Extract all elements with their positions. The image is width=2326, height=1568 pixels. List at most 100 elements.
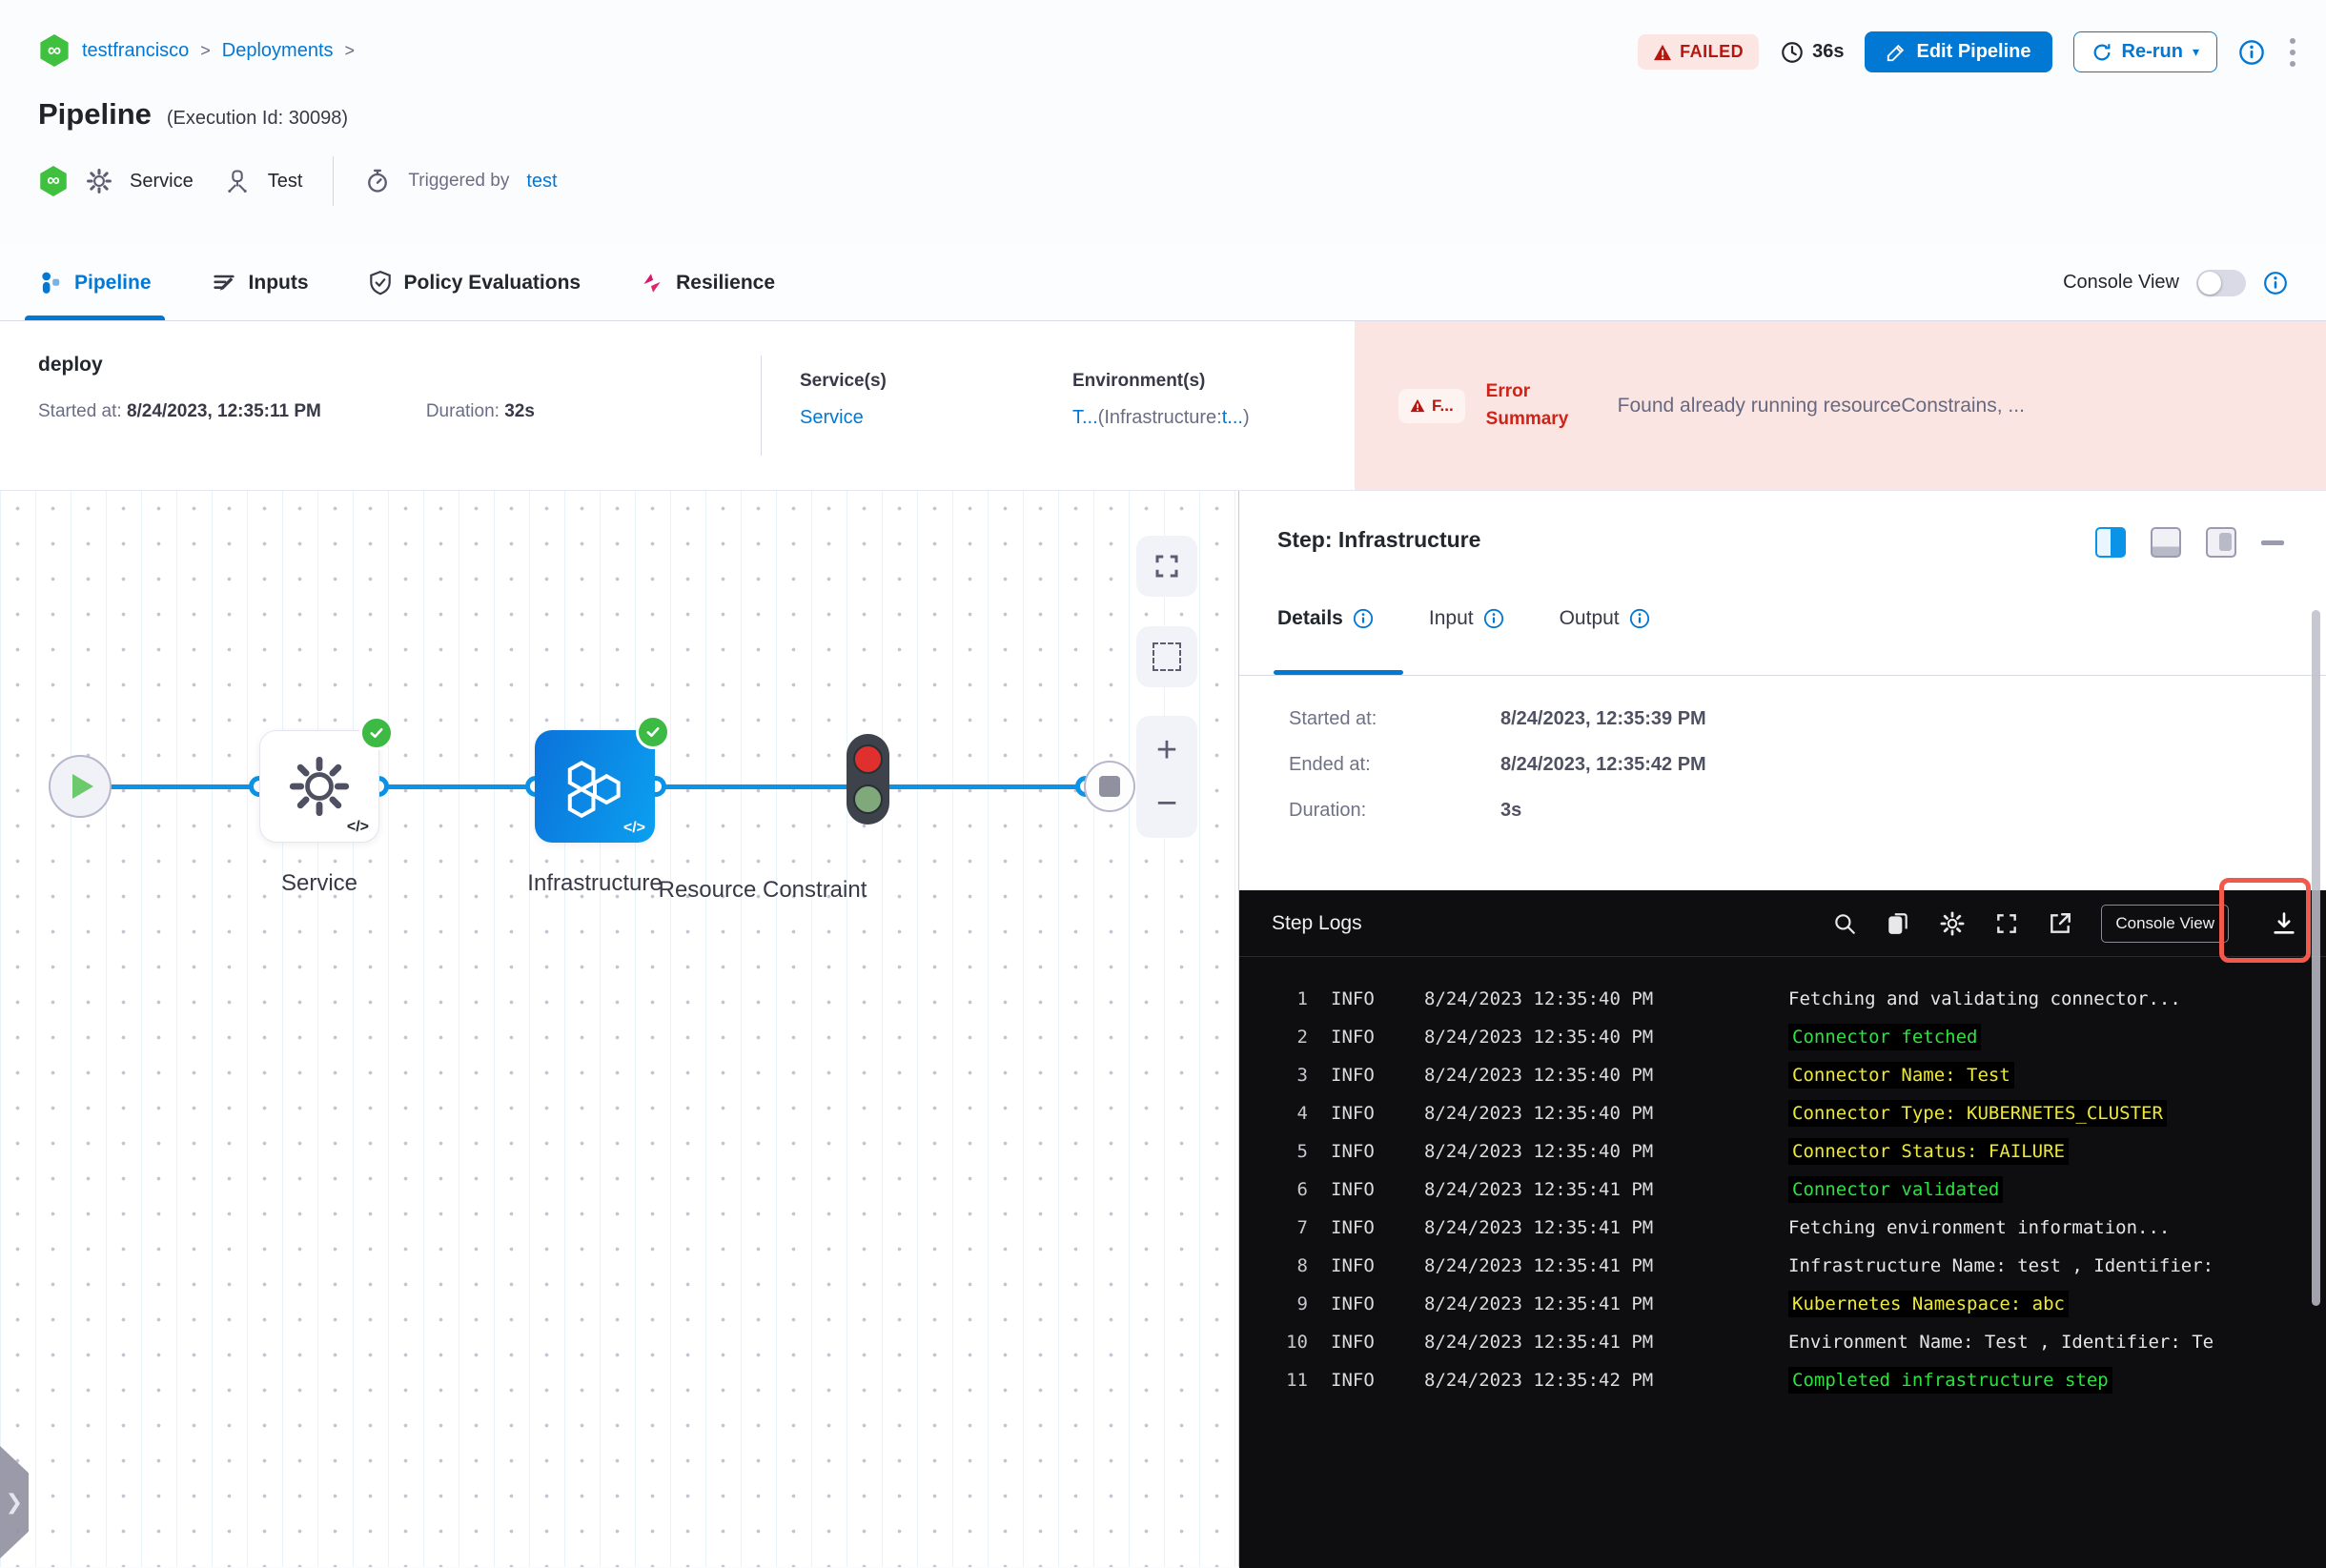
info-icon	[1483, 608, 1503, 629]
log-timestamp: 8/24/2023 12:35:41 PM	[1424, 1255, 1654, 1276]
search-icon[interactable]	[1832, 911, 1857, 936]
tab-input[interactable]: Input	[1429, 607, 1504, 630]
step-detail-tabs: Details Input Output	[1277, 607, 1650, 630]
tab-output[interactable]: Output	[1560, 607, 1650, 630]
log-lines[interactable]: 1 INFO 8/24/2023 12:35:40 PM Fetching and v…	[1239, 957, 2326, 1399]
tab-inputs[interactable]: Inputs	[211, 245, 309, 320]
open-in-new-icon[interactable]	[2048, 911, 2072, 936]
tab-policy-evaluations[interactable]: Policy Evaluations	[368, 245, 581, 320]
log-timestamp: 8/24/2023 12:35:40 PM	[1424, 1103, 1654, 1124]
error-summary-message: Found already running resourceConstrains…	[1617, 394, 2025, 417]
hexagons-icon	[567, 761, 621, 819]
layout-bottom-split-icon[interactable]	[2151, 527, 2181, 558]
tab-pipeline[interactable]: Pipeline	[25, 245, 165, 320]
main-content: </> Service </> Infrastructure Resource	[0, 490, 2326, 1568]
stage-name: deploy	[38, 354, 103, 376]
log-timestamp: 8/24/2023 12:35:41 PM	[1424, 1217, 1654, 1238]
check-icon	[646, 726, 660, 738]
log-level: INFO	[1331, 1027, 1375, 1048]
resource-constraint-node[interactable]	[847, 734, 889, 825]
log-timestamp: 8/24/2023 12:35:41 PM	[1424, 1179, 1654, 1200]
stage-summary-bar: deploy Started at: 8/24/2023, 12:35:11 P…	[0, 321, 2326, 490]
console-view-toggle[interactable]	[2196, 269, 2246, 296]
info-icon[interactable]	[2263, 271, 2288, 295]
log-timestamp: 8/24/2023 12:35:41 PM	[1424, 1293, 1654, 1314]
selection-box-icon	[1153, 642, 1181, 671]
minimize-panel-icon[interactable]	[2261, 540, 2284, 545]
log-level: INFO	[1331, 1293, 1375, 1314]
log-line-number: 5	[1296, 1141, 1308, 1162]
log-timestamp: 8/24/2023 12:35:40 PM	[1424, 988, 1654, 1009]
console-view-button[interactable]: Console View	[2101, 904, 2229, 943]
edge	[889, 784, 1094, 789]
download-logs-button[interactable]	[2271, 910, 2297, 937]
header-actions: FAILED 36s Edit Pipeline Re-run ▾	[1638, 31, 2299, 72]
canvas-select-button[interactable]	[1136, 626, 1197, 687]
detail-row: Ended at: 8/24/2023, 12:35:42 PM	[1289, 754, 1706, 775]
environment-name[interactable]: Test	[268, 171, 303, 193]
canvas-fullscreen-button[interactable]	[1136, 536, 1197, 597]
canvas-zoom-panel: + −	[1136, 716, 1197, 838]
layout-vertical-split-icon[interactable]	[2095, 527, 2126, 558]
infrastructure-step-node[interactable]: </>	[535, 715, 670, 843]
pencil-icon	[1887, 44, 1905, 61]
trigger-user-link[interactable]: test	[526, 171, 557, 193]
chevron-down-icon: ▾	[2192, 44, 2199, 59]
check-icon	[370, 727, 383, 739]
log-message: Environment Name: Test , Identifier: Te	[1788, 1332, 2214, 1353]
gear-icon	[289, 756, 350, 817]
service-step-node[interactable]: </>	[259, 716, 394, 843]
tab-details[interactable]: Details	[1277, 607, 1374, 630]
total-duration: 36s	[1780, 40, 1844, 65]
log-line: 11 INFO 8/24/2023 12:35:42 PM Completed inf…	[1239, 1361, 2326, 1399]
tab-resilience[interactable]: Resilience	[640, 245, 775, 320]
meta-row: ∞ Service Test Triggered by test	[38, 156, 2288, 206]
edge	[378, 784, 536, 789]
info-icon[interactable]	[2238, 39, 2265, 66]
zoom-out-button[interactable]: −	[1156, 785, 1177, 822]
stage-started-at: Started at: 8/24/2023, 12:35:11 PM	[38, 401, 321, 421]
stage-summary-left: deploy Started at: 8/24/2023, 12:35:11 P…	[0, 321, 761, 490]
pipeline-execution-page: ∞ testfrancisco > Deployments > Pipeline…	[0, 0, 2326, 1568]
service-link[interactable]: Service	[800, 407, 864, 428]
settings-gear-icon[interactable]	[1939, 910, 1966, 937]
log-message: Kubernetes Namespace: abc	[1788, 1291, 2069, 1317]
error-summary-zone: F... Error Summary Found already running…	[1355, 321, 2326, 490]
step-detail-rows: Started at: 8/24/2023, 12:35:39 PM Ended…	[1289, 708, 1706, 845]
breadcrumb-deployments-link[interactable]: Deployments	[222, 40, 334, 62]
log-line: 6 INFO 8/24/2023 12:35:41 PM Connector vali…	[1239, 1171, 2326, 1209]
node-label: Resource Constraint	[658, 877, 867, 903]
pipeline-canvas[interactable]: </> Service </> Infrastructure Resource	[0, 491, 1239, 1567]
services-column: Service(s) Service	[762, 321, 1034, 490]
zoom-in-button[interactable]: +	[1156, 732, 1177, 768]
cd-module-icon: ∞	[40, 166, 67, 196]
copy-icon[interactable]	[1886, 911, 1910, 936]
layout-floating-panel-icon[interactable]	[2206, 527, 2236, 558]
breadcrumb-project-link[interactable]: testfrancisco	[82, 40, 189, 62]
expand-panel-button[interactable]: ❯	[0, 1446, 29, 1558]
log-message: Connector Name: Test	[1788, 1062, 2014, 1089]
service-name[interactable]: Service	[130, 171, 194, 193]
log-line: 10 INFO 8/24/2023 12:35:41 PM Environment N…	[1239, 1323, 2326, 1361]
trigger-icon	[364, 168, 391, 194]
rerun-button[interactable]: Re-run ▾	[2072, 31, 2217, 72]
expand-fullscreen-icon[interactable]	[1994, 911, 2019, 936]
log-line: 2 INFO 8/24/2023 12:35:40 PM Connector fetc…	[1239, 1018, 2326, 1056]
green-light-icon	[853, 784, 883, 814]
log-line-number: 2	[1296, 1027, 1308, 1048]
log-message: Fetching environment information...	[1788, 1217, 2171, 1238]
success-check-badge	[359, 716, 394, 750]
rerun-icon	[2093, 43, 2110, 60]
step-details-panel: Step: Infrastructure Details Input Outpu…	[1239, 491, 2326, 1568]
environment-value[interactable]: T...(Infrastructure:t...)	[1072, 407, 1355, 429]
status-badge: FAILED	[1638, 34, 1760, 70]
more-options-menu[interactable]	[2286, 34, 2299, 71]
execution-tabbar: Pipeline Inputs Policy Evaluations Resil…	[0, 245, 2326, 321]
edit-pipeline-button[interactable]: Edit Pipeline	[1865, 31, 2052, 72]
end-node[interactable]	[1084, 761, 1135, 812]
panel-scrollbar[interactable]	[2312, 610, 2320, 1306]
play-icon	[72, 774, 93, 799]
step-logs-console: Step Logs Console View 1 INFO 8/24/2023 …	[1239, 890, 2326, 1568]
start-node[interactable]	[49, 755, 112, 818]
log-line: 8 INFO 8/24/2023 12:35:41 PM Infrastructure…	[1239, 1247, 2326, 1285]
